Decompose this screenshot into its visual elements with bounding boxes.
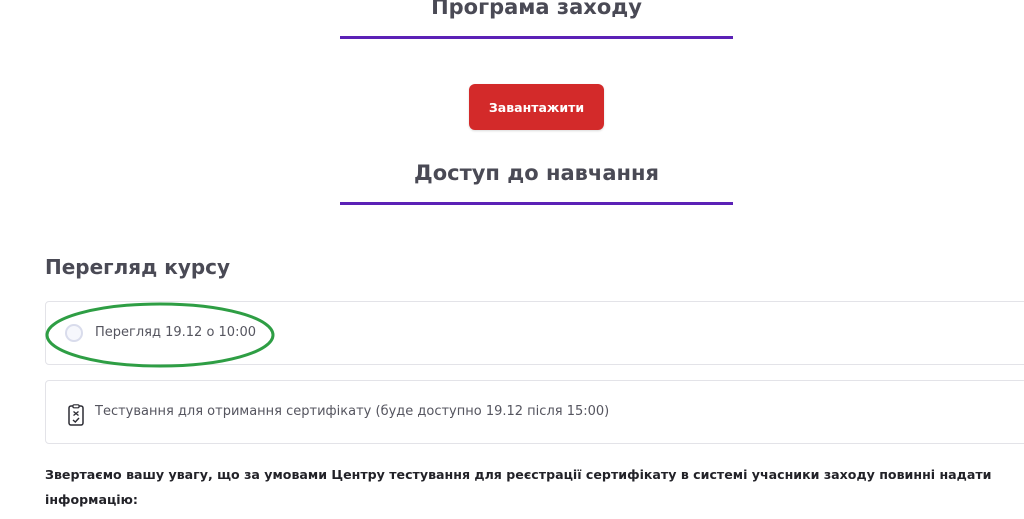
test-checklist-icon xyxy=(68,404,84,426)
download-button[interactable]: Завантажити xyxy=(469,84,604,130)
course-item-label: Тестування для отримання сертифікату (бу… xyxy=(95,404,610,419)
program-title-underline xyxy=(340,36,733,39)
access-section-title: Доступ до навчання xyxy=(413,161,660,185)
program-section-title: Програма заходу xyxy=(431,0,642,19)
course-item-label: Перегляд 19.12 о 10:00 xyxy=(95,325,257,340)
page: Програма заходу Завантажити Доступ до на… xyxy=(0,0,1024,519)
radio-circle-icon[interactable] xyxy=(65,324,83,342)
course-heading: Перегляд курсу xyxy=(45,255,231,279)
notice-text: Звертаємо вашу увагу, що за умовами Цент… xyxy=(45,467,992,507)
course-item-testing[interactable]: Тестування для отримання сертифікату (бу… xyxy=(45,380,1024,444)
course-item-viewing[interactable]: Перегляд 19.12 о 10:00 xyxy=(45,301,1024,365)
access-title-underline xyxy=(340,202,733,205)
